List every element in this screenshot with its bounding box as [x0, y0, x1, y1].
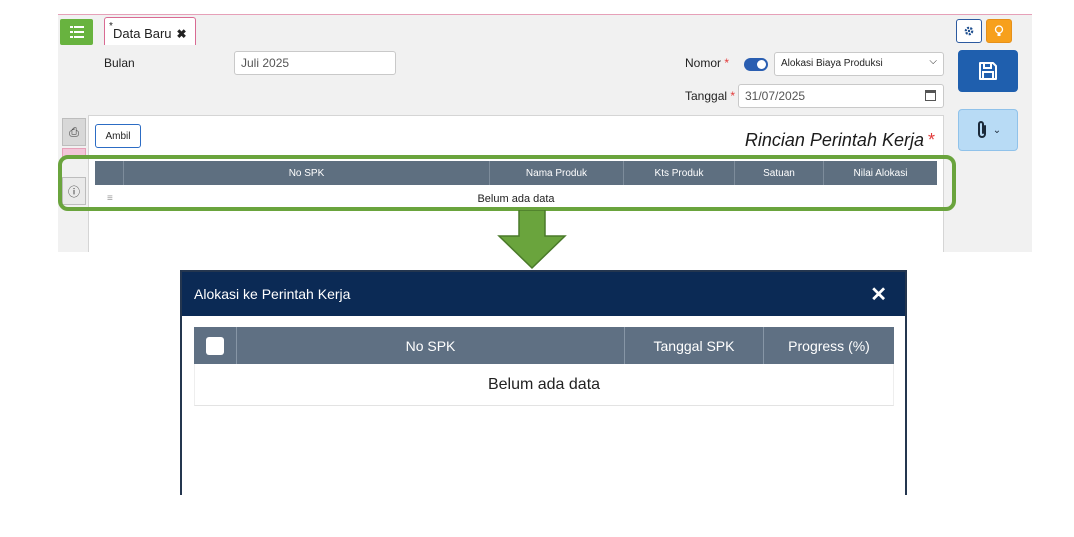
- tips-button[interactable]: [986, 19, 1012, 43]
- print-icon: ⎙: [69, 124, 79, 139]
- nomor-select-value: Alokasi Biaya Produksi: [781, 58, 883, 69]
- modal-empty-text: Belum ada data: [194, 364, 894, 406]
- save-button[interactable]: [958, 50, 1018, 92]
- modal-col-no-spk[interactable]: No SPK: [237, 327, 625, 364]
- chevron-down-icon: ⌵: [929, 56, 937, 67]
- modal-title: Alokasi ke Perintah Kerja: [194, 286, 351, 302]
- attachment-button[interactable]: ⌄: [958, 109, 1018, 151]
- section-title: Rincian Perintah Kerja *: [745, 130, 935, 151]
- highlight-box: [58, 155, 956, 211]
- settings-button[interactable]: [956, 19, 982, 43]
- modal-col-select: [194, 327, 237, 364]
- modal-header: Alokasi ke Perintah Kerja ✕: [182, 272, 905, 316]
- modal-grid-header: No SPK Tanggal SPK Progress (%): [194, 327, 894, 364]
- save-icon: [979, 62, 997, 80]
- bulan-label: Bulan: [104, 56, 135, 70]
- down-arrow-icon: [497, 210, 567, 270]
- menu-icon: [69, 26, 84, 38]
- ambil-button[interactable]: Ambil: [95, 124, 141, 148]
- tab-close-icon[interactable]: ✖: [177, 27, 187, 41]
- select-all-checkbox[interactable]: [206, 336, 224, 355]
- modal-col-tanggal-spk[interactable]: Tanggal SPK: [625, 327, 764, 364]
- stage: * Data Baru ✖ Bulan Juli 2025 Nomor * Alo…: [0, 0, 1074, 537]
- nomor-toggle[interactable]: [744, 58, 768, 71]
- modal-alokasi: Alokasi ke Perintah Kerja ✕ No SPK Tangg…: [180, 270, 907, 495]
- required-marker: *: [724, 56, 730, 70]
- modal-col-progress[interactable]: Progress (%): [764, 327, 894, 364]
- nomor-label: Nomor *: [685, 56, 729, 70]
- required-marker: *: [927, 130, 935, 150]
- chevron-down-icon: ⌄: [992, 124, 1002, 136]
- nomor-select[interactable]: Alokasi Biaya Produksi ⌵: [774, 52, 944, 76]
- section-title-text: Rincian Perintah Kerja: [744, 130, 924, 150]
- tanggal-label: Tanggal *: [685, 89, 735, 103]
- modified-marker: *: [109, 21, 113, 32]
- gear-icon: [964, 26, 974, 36]
- tab-data-baru[interactable]: * Data Baru ✖: [104, 17, 196, 45]
- calendar-icon[interactable]: [925, 90, 936, 101]
- close-icon[interactable]: ✕: [870, 282, 887, 307]
- required-marker: *: [730, 89, 736, 103]
- tanggal-value: 31/07/2025: [745, 89, 806, 103]
- tanggal-label-text: Tanggal: [685, 89, 728, 103]
- nomor-label-text: Nomor: [685, 56, 722, 70]
- paperclip-icon: [977, 121, 986, 138]
- bulan-field[interactable]: Juli 2025: [234, 51, 396, 75]
- print-tab[interactable]: ⎙: [62, 118, 86, 146]
- tanggal-field[interactable]: 31/07/2025: [738, 84, 944, 108]
- tab-label: Data Baru: [113, 26, 172, 41]
- lightbulb-icon: [994, 25, 1004, 36]
- menu-button[interactable]: [60, 19, 93, 45]
